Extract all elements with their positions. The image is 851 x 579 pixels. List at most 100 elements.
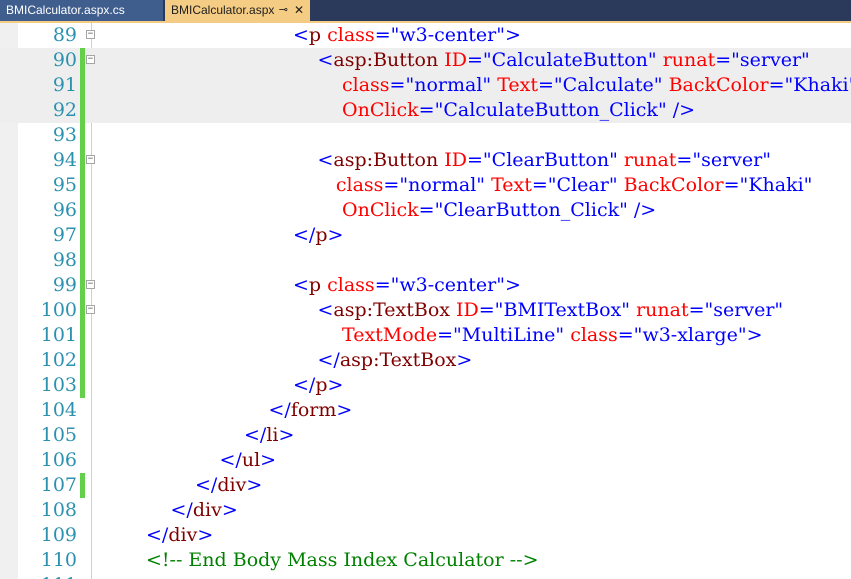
line-number: 111 [18, 573, 77, 579]
code-token: class [335, 174, 384, 196]
code-token: " [774, 299, 784, 321]
code-token: =" [374, 24, 400, 46]
code-text[interactable]: </p> [293, 223, 343, 248]
code-text[interactable]: <!-- End Body Mass Index Calculator --> [146, 548, 539, 573]
code-text[interactable]: </div> [195, 473, 262, 498]
code-token: > [221, 499, 238, 521]
code-line[interactable]: 100− <asp:TextBox ID="BMITextBox" runat="… [0, 298, 851, 323]
code-text[interactable]: OnClick="ClearButton_Click" /> [342, 198, 656, 223]
code-text[interactable]: </asp:TextBox> [318, 348, 473, 373]
close-icon[interactable]: ✕ [294, 0, 304, 21]
code-line[interactable]: 99− <p class="w3-center"> [0, 273, 851, 298]
code-line[interactable]: 90− <asp:Button ID="CalculateButton" runa… [0, 48, 851, 73]
code-token: > [197, 524, 214, 546]
code-line[interactable]: 105 </li> [0, 423, 851, 448]
code-line[interactable]: 101 TextMode="MultiLine" class="w3-xlarge… [0, 323, 851, 348]
pin-icon[interactable]: ⊸ [279, 0, 288, 21]
code-token: < [317, 299, 334, 321]
code-token: =" [383, 174, 409, 196]
code-token: TextMode [342, 324, 438, 346]
code-text[interactable]: </div> [146, 523, 213, 548]
code-line[interactable]: 96 OnClick="ClearButton_Click" /> [0, 198, 851, 223]
code-text[interactable]: <asp:Button ID="CalculateButton" runat="… [318, 48, 810, 73]
code-text[interactable]: </div> [171, 498, 238, 523]
change-marker [80, 248, 85, 273]
code-text[interactable]: class="normal" Text="Calculate" BackColo… [342, 73, 851, 98]
code-token: div [192, 499, 222, 521]
code-token: server [701, 149, 763, 171]
code-line[interactable]: 89− <p class="w3-center"> [0, 23, 851, 48]
collapse-icon[interactable]: − [86, 30, 95, 39]
line-number: 94 [52, 149, 77, 171]
code-token: </ [244, 424, 267, 446]
collapse-icon[interactable]: − [86, 280, 95, 289]
code-token: Text [491, 74, 538, 96]
code-token: p [315, 224, 328, 246]
code-text[interactable]: </form> [269, 398, 353, 423]
code-token: p [308, 24, 322, 46]
code-line[interactable]: 103 </p> [0, 373, 851, 398]
code-token: </ [317, 349, 340, 371]
code-token: BMITextBox [503, 299, 622, 321]
tab-bmicalculator-aspx-cs[interactable]: BMICalculator.aspx.cs [0, 0, 163, 21]
code-token: server [739, 49, 802, 71]
code-text[interactable]: </p> [293, 373, 343, 398]
code-text[interactable]: class="normal" Text="Clear" BackColor="K… [336, 173, 813, 198]
code-line[interactable]: 107 </div> [0, 473, 851, 498]
code-line[interactable]: 93 [0, 123, 851, 148]
code-token: w3-center [399, 274, 497, 296]
line-number: 100 [40, 299, 77, 321]
code-editor[interactable]: 89− <p class="w3-center"> 90− <asp:Button I… [0, 23, 851, 579]
code-token: asp:TextBox [339, 349, 457, 371]
code-token: div [217, 474, 247, 496]
collapse-icon[interactable]: − [86, 305, 95, 314]
code-token: =" [389, 74, 415, 96]
code-token: w3-xlarge [642, 324, 738, 346]
code-token: asp:Button [333, 149, 439, 171]
code-text[interactable]: </li> [244, 423, 294, 448]
code-line[interactable]: 106 </ul> [0, 448, 851, 473]
change-marker [80, 98, 85, 123]
code-text[interactable]: <asp:Button ID="ClearButton" runat="serv… [318, 148, 771, 173]
code-token: asp:Button [333, 49, 439, 71]
code-text[interactable]: TextMode="MultiLine" class="w3-xlarge"> [342, 323, 763, 348]
code-token: < [317, 49, 334, 71]
code-token: " [608, 174, 618, 196]
code-text[interactable]: <p class="w3-center"> [293, 273, 521, 298]
code-text[interactable]: <p class="w3-center"> [293, 23, 521, 48]
code-token: " [803, 174, 813, 196]
code-line[interactable]: 109 </div> [0, 523, 851, 548]
code-line[interactable]: 97 </p> [0, 223, 851, 248]
line-number: 97 [52, 224, 77, 246]
code-text[interactable]: </ul> [220, 448, 277, 473]
collapse-icon[interactable]: − [86, 155, 95, 164]
code-line[interactable]: 92 OnClick="CalculateButton_Click" /> [0, 98, 851, 123]
code-text[interactable]: <asp:TextBox ID="BMITextBox" runat="serv… [318, 298, 784, 323]
line-number: 91 [52, 74, 77, 96]
code-token: < [293, 274, 309, 296]
code-line[interactable]: 98 [0, 248, 851, 273]
code-token: Calculate [562, 74, 654, 96]
code-line[interactable]: 91 class="normal" Text="Calculate" BackCo… [0, 73, 851, 98]
collapse-icon[interactable]: − [86, 55, 95, 64]
code-token: Khaki [793, 74, 849, 96]
code-token: =" [467, 49, 492, 71]
code-line[interactable]: 95 class="normal" Text="Clear" BackColor=… [0, 173, 851, 198]
code-line[interactable]: 111 [0, 573, 851, 579]
line-number: 106 [40, 449, 77, 471]
line-number: 108 [40, 499, 77, 521]
code-text[interactable]: OnClick="CalculateButton_Click" /> [342, 98, 695, 123]
code-token: =" [437, 324, 462, 346]
change-marker [80, 298, 85, 323]
code-line[interactable]: 108 </div> [0, 498, 851, 523]
code-line[interactable]: 94− <asp:Button ID="ClearButton" runat="s… [0, 148, 851, 173]
line-number: 95 [52, 174, 77, 196]
code-token: p [308, 274, 322, 296]
code-line[interactable]: 110 <!-- End Body Mass Index Calculator -… [0, 548, 851, 573]
code-token: =" [418, 199, 444, 221]
code-line[interactable]: 104 </form> [0, 398, 851, 423]
code-line[interactable]: 102 </asp:TextBox> [0, 348, 851, 373]
tab-bar: BMICalculator.aspx.cs BMICalculator.aspx… [0, 0, 851, 21]
tab-bmicalculator-aspx[interactable]: BMICalculator.aspx ⊸ ✕ [165, 0, 310, 21]
code-token: div [168, 524, 198, 546]
